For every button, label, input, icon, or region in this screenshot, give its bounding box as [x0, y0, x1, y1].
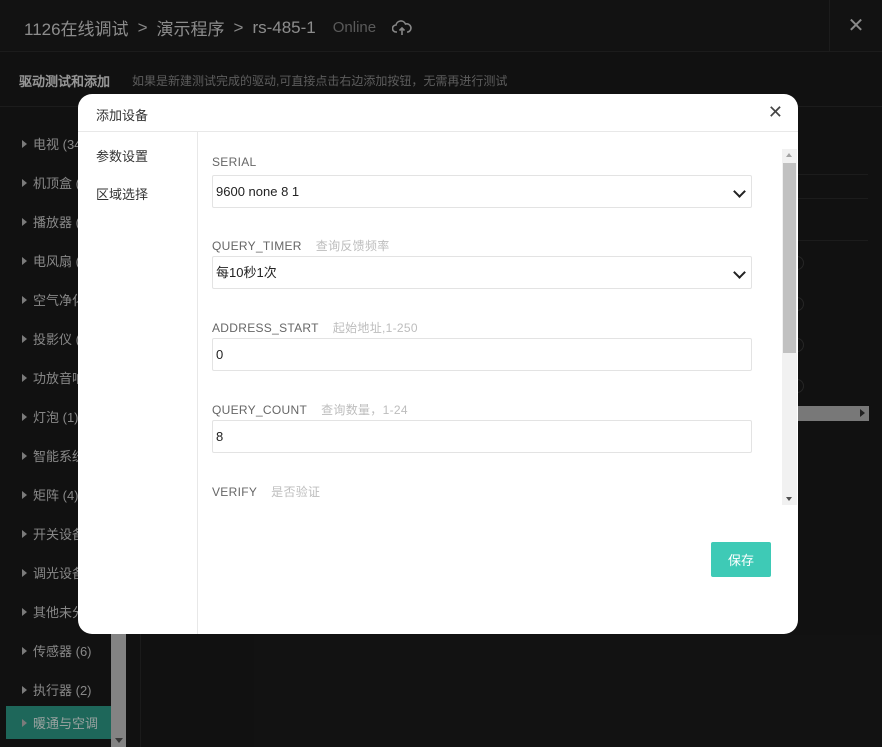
- query-timer-label: QUERY_TIMER 查询反馈频率: [212, 237, 390, 254]
- serial-label: SERIAL: [212, 155, 257, 169]
- add-device-dialog: 添加设备 ✕ 参数设置 区域选择 SERIAL 9600 none 8 1 QU…: [78, 94, 798, 634]
- close-icon[interactable]: ✕: [768, 102, 783, 123]
- query-timer-value: 每10秒1次: [216, 265, 277, 280]
- field-name: VERIFY: [212, 485, 258, 499]
- field-name: ADDRESS_START: [212, 321, 319, 335]
- form-scrollbar[interactable]: [782, 149, 797, 505]
- scroll-down-icon[interactable]: [786, 497, 792, 501]
- chevron-down-icon: [733, 185, 746, 198]
- query-timer-select[interactable]: 每10秒1次: [212, 256, 752, 289]
- field-name: QUERY_COUNT: [212, 403, 308, 417]
- field-name: SERIAL: [212, 155, 257, 169]
- field-description: 是否验证: [271, 485, 321, 499]
- scroll-up-icon[interactable]: [786, 153, 792, 157]
- chevron-down-icon: [733, 266, 746, 279]
- serial-value: 9600 none 8 1: [216, 184, 300, 199]
- nav-item-area-select[interactable]: 区域选择: [96, 184, 148, 203]
- serial-select[interactable]: 9600 none 8 1: [212, 175, 752, 208]
- query-count-label: QUERY_COUNT 查询数量，1-24: [212, 401, 408, 418]
- query-count-input[interactable]: 8: [212, 420, 752, 453]
- nav-item-parameters[interactable]: 参数设置: [96, 146, 148, 165]
- field-description: 起始地址,1-250: [332, 321, 418, 335]
- field-name: QUERY_TIMER: [212, 239, 302, 253]
- field-description: 查询反馈频率: [315, 239, 390, 253]
- dialog-title: 添加设备: [96, 108, 149, 123]
- scrollbar-thumb[interactable]: [783, 163, 796, 353]
- address-start-input[interactable]: 0: [212, 338, 752, 371]
- dialog-nav: 参数设置 区域选择: [78, 132, 198, 634]
- dialog-header: 添加设备 ✕: [78, 94, 798, 132]
- field-description: 查询数量，1-24: [321, 403, 408, 417]
- save-button[interactable]: 保存: [711, 542, 771, 577]
- verify-label: VERIFY 是否验证: [212, 483, 320, 500]
- address-start-label: ADDRESS_START 起始地址,1-250: [212, 319, 418, 336]
- parameter-form: SERIAL 9600 none 8 1 QUERY_TIMER 查询反馈频率 每…: [212, 132, 782, 508]
